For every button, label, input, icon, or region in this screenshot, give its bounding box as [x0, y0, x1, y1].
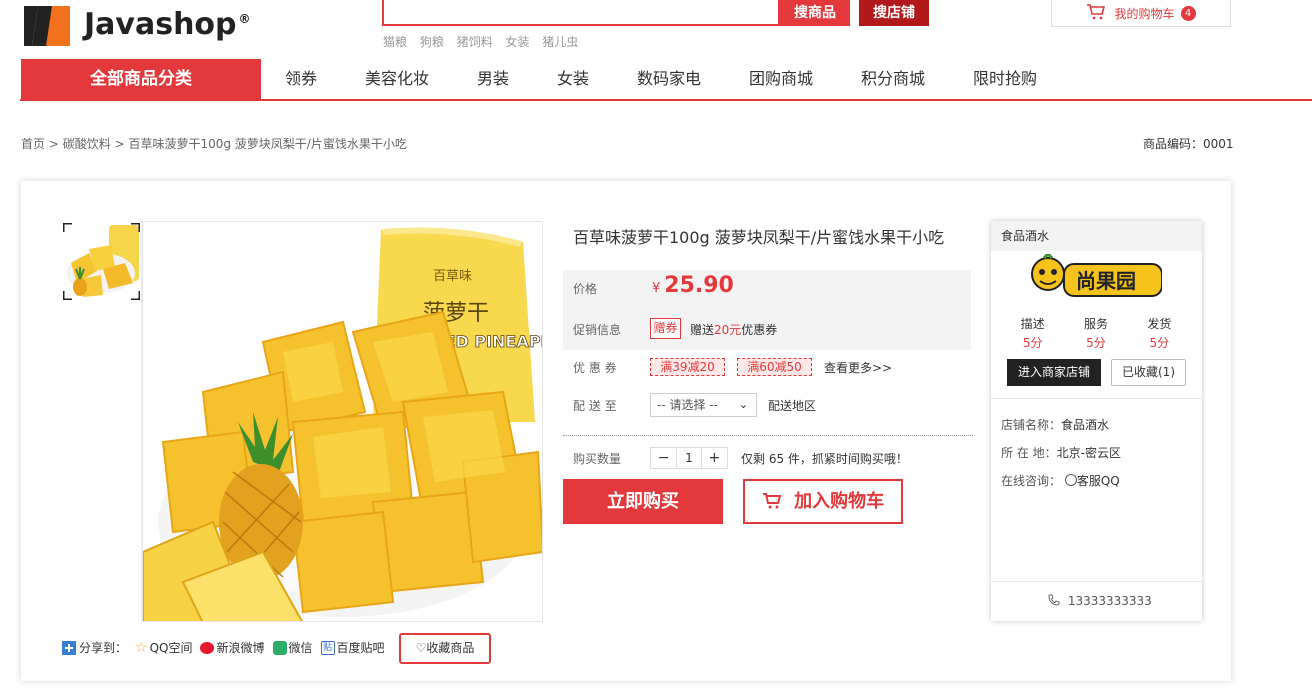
coupon-item[interactable]: 满39减20: [650, 358, 725, 376]
hot-word[interactable]: 猪饲料: [457, 35, 493, 49]
qty-plus-button[interactable]: +: [702, 448, 727, 468]
store-name-header: 食品酒水: [991, 221, 1202, 251]
stock-text: 仅剩 65 件，抓紧时间购买哦！: [741, 452, 908, 466]
logo-mark-icon: [24, 2, 72, 46]
ship-region-select[interactable]: -- 请选择 -- ⌄: [650, 393, 757, 417]
heart-icon: ♡: [415, 641, 427, 655]
store-phone: 13333333333: [1048, 594, 1152, 608]
hot-word[interactable]: 猪儿虫: [542, 35, 578, 49]
ship-area: 配送地区: [768, 399, 817, 413]
store-scores: 描述 5分 服务 5分 发货 5分: [1001, 315, 1191, 351]
add-to-cart-button[interactable]: 加入购物车: [743, 479, 903, 524]
qzone-icon: ☆: [135, 639, 148, 656]
goods-code: 商品编码：0001: [1143, 137, 1234, 151]
store-consult-row: 在线咨询： 客服QQ: [1001, 474, 1120, 488]
share-bar: 分享到： ☆ QQ空间 新浪微博 微信 贴百度贴吧: [62, 639, 393, 656]
cart-count-badge: 4: [1180, 5, 1196, 21]
price-value: ¥25.90: [652, 273, 734, 298]
breadcrumb: 首页 > 碳酸饮料 > 百草味菠萝干100g 菠萝块凤梨干/片蜜饯水果干小吃: [21, 137, 407, 151]
breadcrumb-home[interactable]: 首页: [21, 137, 45, 151]
share-tieba[interactable]: 贴百度贴吧: [320, 639, 385, 656]
nav-item-digital[interactable]: 数码家电: [613, 59, 725, 99]
share-icon: [62, 640, 76, 655]
all-categories-button[interactable]: 全部商品分类: [21, 59, 261, 99]
store-name-row: 店铺名称：食品酒水: [1001, 418, 1110, 432]
price-label: 价格: [573, 282, 598, 296]
hot-words: 猫粮 狗粮 猪饲料 女装 猪儿虫: [383, 33, 587, 50]
nav-item-group[interactable]: 团购商城: [725, 59, 837, 99]
store-location-row: 所 在 地：北京-密云区: [1001, 446, 1121, 460]
share-label: 分享到：: [62, 639, 127, 656]
quantity-stepper: − 1 +: [650, 447, 728, 469]
qq-consult-link[interactable]: 客服QQ: [1064, 474, 1120, 488]
chevron-down-icon: ⌄: [738, 398, 748, 411]
search-shop-button[interactable]: 搜店铺: [859, 0, 929, 26]
store-divider: [991, 581, 1202, 582]
promo-tag: 赠券: [650, 318, 681, 339]
store-logo[interactable]: 尚果园: [1026, 251, 1163, 306]
qty-minus-button[interactable]: −: [651, 448, 676, 468]
cart-button[interactable]: 我的购物车 4: [1051, 0, 1231, 27]
search-goods-button[interactable]: 搜商品: [780, 0, 850, 26]
enter-store-button[interactable]: 进入商家店铺: [1007, 359, 1101, 386]
main-product-image[interactable]: 百草味 菠萝干 DRIED PINEAPPLE: [142, 221, 543, 622]
coupon-item[interactable]: 满60减50: [737, 358, 812, 376]
coupon-more-link[interactable]: 查看更多>>: [824, 359, 892, 376]
score-service: 服务 5分: [1083, 317, 1108, 350]
logo[interactable]: Javashop ®: [24, 0, 264, 48]
main-nav: 领券 美容化妆 男装 女装 数码家电 团购商城 积分商城 限时抢购: [261, 59, 1061, 99]
share-qzone[interactable]: ☆ QQ空间: [135, 639, 192, 656]
share-weibo[interactable]: 新浪微博: [200, 639, 265, 656]
tieba-icon: 贴: [320, 640, 335, 655]
cart-icon: [762, 491, 788, 512]
breadcrumb-current: 百草味菠萝干100g 菠萝块凤梨干/片蜜饯水果干小吃: [128, 137, 407, 151]
cart-label: 我的购物车: [1114, 6, 1175, 21]
coupon-label: 优 惠 券: [573, 361, 617, 375]
nav-item-men[interactable]: 男装: [453, 59, 533, 99]
price-panel: [563, 270, 971, 350]
divider: [563, 435, 973, 436]
hot-word[interactable]: 猫粮: [383, 35, 407, 49]
score-shipping: 发货 5分: [1147, 317, 1172, 350]
nav-item-beauty[interactable]: 美容化妆: [341, 59, 453, 99]
nav-item-coupon[interactable]: 领券: [261, 59, 341, 99]
favorite-product-button[interactable]: ♡收藏商品: [399, 633, 491, 664]
qty-label: 购买数量: [573, 452, 622, 466]
promo-label: 促销信息: [573, 323, 622, 337]
hot-word[interactable]: 女装: [506, 35, 530, 49]
breadcrumb-category[interactable]: 碳酸饮料: [63, 137, 111, 151]
qty-input[interactable]: 1: [676, 448, 702, 468]
qq-icon: [1064, 474, 1077, 486]
buy-now-button[interactable]: 立即购买: [563, 479, 723, 524]
store-divider: [991, 398, 1202, 399]
wechat-icon: [272, 640, 287, 655]
thumbnail-image[interactable]: [61, 221, 142, 302]
promo-text: 赠送20元优惠券: [690, 323, 778, 337]
hot-word[interactable]: 狗粮: [420, 35, 444, 49]
product-title: 百草味菠萝干100g 菠萝块凤梨干/片蜜饯水果干小吃: [573, 228, 945, 247]
search-input[interactable]: [382, 0, 780, 26]
collect-store-button[interactable]: 已收藏(1): [1111, 359, 1186, 386]
store-logo-text: 尚果园: [1076, 269, 1136, 293]
logo-text: Javashop ®: [84, 6, 251, 42]
nav-item-women[interactable]: 女装: [533, 59, 613, 99]
nav-item-flash[interactable]: 限时抢购: [949, 59, 1061, 99]
phone-icon: [1048, 594, 1064, 608]
ship-label: 配 送 至: [573, 399, 617, 413]
weibo-icon: [200, 641, 215, 654]
package-brand: 百草味: [433, 269, 472, 284]
nav-divider: [20, 99, 1312, 101]
score-describe: 描述 5分: [1020, 317, 1045, 350]
cart-icon: [1086, 3, 1106, 23]
share-wechat[interactable]: 微信: [272, 639, 313, 656]
nav-item-points[interactable]: 积分商城: [837, 59, 949, 99]
